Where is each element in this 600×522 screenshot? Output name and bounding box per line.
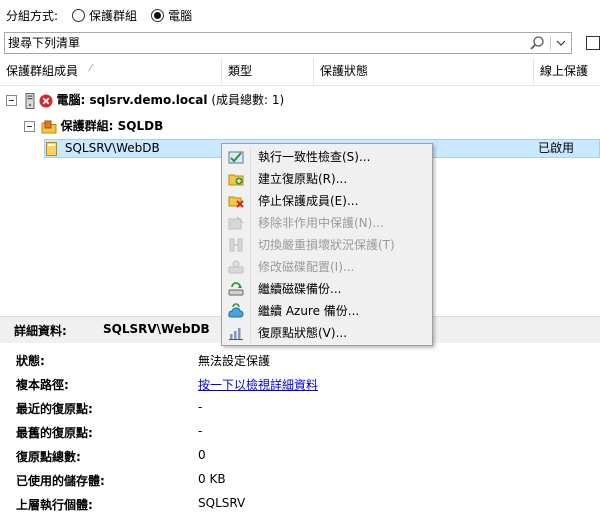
remove-inactive-icon bbox=[228, 216, 244, 230]
computer-name: 電腦: sqlsrv.demo.local bbox=[56, 93, 208, 107]
details-header-value: SQLSRV\WebDB bbox=[103, 322, 210, 336]
detail-row-total-recovery-points: 復原點總數: 0 bbox=[0, 448, 600, 472]
menu-item-stop-protection[interactable]: 停止保護成員(E)... bbox=[224, 190, 430, 212]
detail-value: - bbox=[198, 400, 203, 414]
detail-value: 0 bbox=[198, 448, 206, 462]
collapse-expander[interactable] bbox=[6, 95, 17, 106]
context-menu: 執行一致性檢查(S)... 建立復原點(R)... 停止保護成員(E)... 移… bbox=[221, 143, 433, 346]
menu-item-label: 建立復原點(R)... bbox=[258, 172, 348, 186]
member-cell[interactable]: SQLSRV\WebDB bbox=[46, 138, 160, 158]
protection-group-icon bbox=[41, 120, 57, 133]
menu-item-label: 移除非作用中保護(N)... bbox=[258, 216, 384, 230]
detail-label: 復原點總數: bbox=[16, 450, 81, 464]
consistency-check-icon bbox=[228, 151, 244, 164]
search-dropdown-button[interactable] bbox=[551, 33, 571, 53]
menu-item-label: 停止保護成員(E)... bbox=[258, 194, 359, 208]
detail-label: 上層執行個體: bbox=[16, 498, 93, 512]
groupby-option-protection-group[interactable]: 保護群組 bbox=[72, 7, 137, 24]
column-header-protection-status[interactable]: 保護狀態 bbox=[314, 58, 534, 85]
collapse-expander[interactable] bbox=[24, 121, 35, 132]
column-header-label: 類型 bbox=[228, 64, 253, 78]
tree-row-computer[interactable]: 電腦: sqlsrv.demo.local (成員總數: 1) bbox=[6, 90, 284, 110]
server-icon bbox=[25, 92, 35, 109]
detail-value: SQLSRV bbox=[198, 496, 246, 510]
column-header-label: 線上保護 bbox=[540, 64, 589, 78]
detail-row-storage-used: 已使用的儲存體: 0 KB bbox=[0, 472, 600, 496]
radio-protection-group[interactable] bbox=[72, 8, 86, 22]
detail-row-replica-path: 複本路徑: 按一下以檢視詳細資料 bbox=[0, 376, 600, 400]
menu-item-resume-azure-backup[interactable]: 繼續 Azure 備份... bbox=[224, 300, 430, 322]
groupby-option-computer[interactable]: 電腦 bbox=[151, 7, 192, 24]
chevron-down-icon bbox=[556, 40, 566, 46]
menu-item-label: 繼續 Azure 備份... bbox=[258, 304, 360, 318]
menu-item-label: 修改磁碟配置(I)... bbox=[258, 260, 355, 274]
search-input[interactable] bbox=[5, 33, 511, 51]
detail-label: 已使用的儲存體: bbox=[16, 474, 105, 488]
search-icon[interactable] bbox=[529, 35, 545, 51]
menu-item-modify-disk-allocation[interactable]: 修改磁碟配置(I)... bbox=[224, 256, 430, 278]
view-details-link[interactable]: 按一下以檢視詳細資料 bbox=[198, 376, 318, 393]
protection-group-name: 保護群組: SQLDB bbox=[60, 119, 164, 133]
detail-label: 最近的復原點: bbox=[16, 402, 93, 416]
detail-row-parent-instance: 上層執行個體: SQLSRV bbox=[0, 496, 600, 520]
resume-azure-backup-icon bbox=[228, 303, 244, 318]
member-online-protection: 已啟用 bbox=[538, 141, 575, 155]
member-name: SQLSRV\WebDB bbox=[64, 141, 160, 155]
column-header-online-protection[interactable]: 線上保護 bbox=[534, 58, 600, 85]
switch-disaster-protection-icon bbox=[229, 238, 243, 252]
groupby-label: 分組方式: bbox=[6, 8, 59, 23]
menu-item-label: 繼續磁碟備份... bbox=[258, 282, 342, 296]
create-recovery-point-icon bbox=[228, 174, 244, 186]
radio-computer[interactable] bbox=[151, 8, 165, 22]
column-header-row: 保護群組成員 ⁄ 類型 保護狀態 線上保護 bbox=[0, 58, 600, 86]
detail-label: 複本路徑: bbox=[16, 378, 69, 392]
column-header-label: 保護群組成員 bbox=[6, 64, 79, 78]
menu-item-label: 執行一致性檢查(S)... bbox=[258, 150, 371, 164]
database-icon bbox=[46, 141, 57, 156]
resume-disk-backup-icon bbox=[228, 282, 244, 296]
menu-item-label: 復原點狀態(V)... bbox=[258, 326, 348, 340]
tree-row-protection-group[interactable]: 保護群組: SQLDB bbox=[24, 116, 163, 136]
column-header-label: 保護狀態 bbox=[320, 64, 369, 78]
column-header-member[interactable]: 保護群組成員 ⁄ bbox=[0, 58, 222, 85]
menu-item-remove-inactive-protection[interactable]: 移除非作用中保護(N)... bbox=[224, 212, 430, 234]
menu-item-resume-disk-backup[interactable]: 繼續磁碟備份... bbox=[224, 278, 430, 300]
detail-label: 最舊的復原點: bbox=[16, 426, 93, 440]
detail-row-oldest-recovery-point: 最舊的復原點: - bbox=[0, 424, 600, 448]
error-icon bbox=[39, 94, 53, 107]
detail-value: 0 KB bbox=[198, 472, 226, 486]
groupby-row: 分組方式: 保護群組 電腦 bbox=[6, 6, 192, 24]
detail-label: 狀態: bbox=[16, 354, 45, 368]
menu-item-consistency-check[interactable]: 執行一致性檢查(S)... bbox=[224, 146, 430, 168]
side-checkbox[interactable] bbox=[586, 36, 600, 50]
details-header-label: 詳細資料: bbox=[14, 324, 67, 338]
detail-row-latest-recovery-point: 最近的復原點: - bbox=[0, 400, 600, 424]
recovery-point-status-icon bbox=[229, 328, 243, 340]
groupby-option-label[interactable]: 電腦 bbox=[168, 7, 192, 24]
menu-item-label: 切換嚴重損壞狀況保護(T) bbox=[258, 238, 395, 252]
stop-protection-icon bbox=[228, 196, 244, 208]
sort-indicator-icon: ⁄ bbox=[90, 63, 92, 74]
menu-item-create-recovery-point[interactable]: 建立復原點(R)... bbox=[224, 168, 430, 190]
menu-item-recovery-point-status[interactable]: 復原點狀態(V)... bbox=[224, 322, 430, 344]
groupby-option-label[interactable]: 保護群組 bbox=[89, 7, 137, 24]
menu-item-switch-disaster-protection[interactable]: 切換嚴重損壞狀況保護(T) bbox=[224, 234, 430, 256]
detail-value: - bbox=[198, 424, 203, 438]
detail-value: 無法設定保護 bbox=[198, 354, 271, 368]
detail-row-status: 狀態: 無法設定保護 bbox=[0, 352, 600, 376]
column-header-type[interactable]: 類型 bbox=[222, 58, 314, 85]
search-box[interactable] bbox=[4, 32, 572, 54]
computer-member-count: (成員總數: 1) bbox=[207, 93, 285, 107]
modify-disk-icon bbox=[228, 260, 244, 274]
